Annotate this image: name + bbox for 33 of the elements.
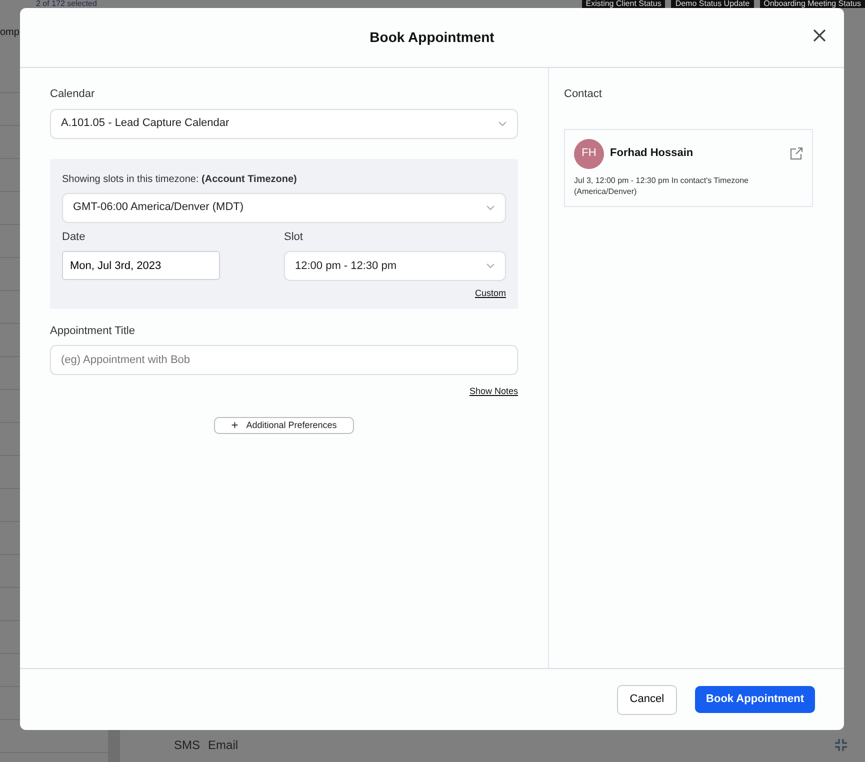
status-tag[interactable]: Existing Client Status <box>582 0 666 8</box>
chevron-icon <box>486 204 495 210</box>
chevron-icon <box>498 120 507 126</box>
status-tag[interactable]: Onboarding Meeting Status <box>760 0 865 8</box>
timezone-select[interactable]: GMT-06:00 America/Denver (MDT) <box>62 192 506 222</box>
field-label: Slot <box>284 230 304 244</box>
collapse-icon[interactable] <box>835 739 847 751</box>
column-header: omp <box>0 26 20 40</box>
calendar-select[interactable]: A.101.05 - Lead Capture Calendar <box>50 108 518 138</box>
message-tab[interactable]: SMS <box>174 736 200 754</box>
book-button[interactable]: Book Appointment <box>695 686 815 713</box>
custom-link[interactable]: Custom <box>474 287 506 300</box>
selection-count: 2 of 172 selected <box>36 0 97 8</box>
field-label: Showing slots in this timezone: (Account Timezone) <box>62 172 297 186</box>
date-field[interactable]: Mon, Jul 3rd, 2023 <box>62 251 220 280</box>
field-label: Contact <box>564 87 602 102</box>
status-tag[interactable]: Demo Status Update <box>671 0 754 8</box>
title-field[interactable]: (eg) Appointment with Bob <box>50 345 518 375</box>
modal-title: Book Appointment <box>370 28 494 47</box>
external-link-icon[interactable] <box>790 147 803 160</box>
contact-name: Forhad Hossain <box>610 146 694 162</box>
show-notes-link[interactable]: Show Notes <box>469 385 518 398</box>
appointment-details: Jul 3, 12:00 pm - 12:30 pm In contact's Timezone (America/Denver) <box>574 174 750 197</box>
avatar: FH <box>574 138 604 168</box>
field-label: Date <box>62 230 86 244</box>
field-label: Appointment Title <box>50 324 135 338</box>
field-label: Calendar <box>50 87 95 102</box>
preferences-button[interactable]: + Additional Preferences <box>214 416 354 434</box>
slot-select[interactable]: 12:00 pm - 12:30 pm <box>284 251 506 281</box>
close-icon[interactable] <box>813 29 826 42</box>
chevron-icon <box>486 263 495 269</box>
message-tab[interactable]: Email <box>208 736 238 754</box>
cancel-button[interactable]: Cancel <box>616 684 678 714</box>
